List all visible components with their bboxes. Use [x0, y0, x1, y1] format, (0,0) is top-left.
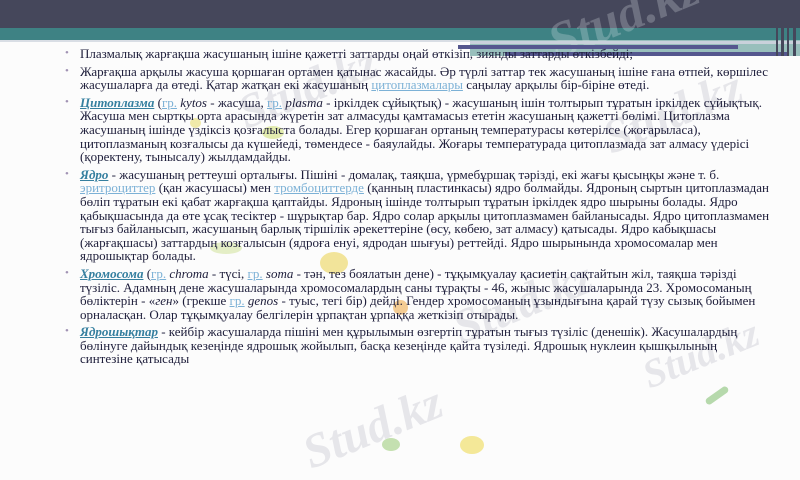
header-vertical-line	[787, 0, 789, 56]
list-item: • Цитоплазма (гр. kytos - жасуша, гр. pl…	[64, 95, 771, 164]
list-item: • Ядро - жасушаның реттеуші орталығы. Пі…	[64, 167, 771, 264]
bullet-text: Хромосома (гр. chroma - түсі, гр. soma -…	[80, 266, 755, 322]
bullet-text: Ядрошықтар - кейбір жасушаларда пішіні м…	[80, 324, 737, 366]
header-dark-bar	[0, 0, 800, 28]
bullet-text: Цитоплазма (гр. kytos - жасуша, гр. plas…	[80, 95, 762, 164]
watermark-logo-mark	[460, 436, 484, 454]
list-item: • Хромосома (гр. chroma - түсі, гр. soma…	[64, 267, 771, 321]
header-vertical-line	[776, 0, 778, 56]
bullet-list: • Плазмалық жарғақша жасушаның ішіне қаж…	[64, 47, 771, 366]
header-underline	[0, 40, 470, 42]
list-item: • Ядрошықтар - кейбір жасушаларда пішіні…	[64, 325, 771, 366]
inline-link[interactable]: цитоплазмалары	[371, 77, 463, 92]
header-vertical-line	[781, 0, 784, 56]
bullet-marker: •	[65, 325, 69, 338]
slide-body: • Плазмалық жарғақша жасушаның ішіне қаж…	[64, 47, 771, 370]
list-item: • Плазмалық жарғақша жасушаның ішіне қаж…	[64, 47, 771, 61]
header-silver-line	[470, 41, 800, 44]
watermark-text: Stud.kz	[295, 375, 451, 480]
bullet-text: Жарғақша арқылы жасуша қоршаған ортамен …	[80, 64, 768, 93]
header-teal-stripe	[0, 28, 800, 40]
bullet-text: Ядро - жасушаның реттеуші орталығы. Піші…	[80, 167, 769, 264]
bullet-marker: •	[65, 47, 69, 59]
bullet-text: Плазмалық жарғақша жасушаның ішіне қажет…	[80, 46, 633, 61]
header-vertical-line	[793, 0, 796, 56]
bullet-marker: •	[65, 266, 69, 279]
text-run: - кейбір жасушаларда пішіні мен құрылымы…	[80, 324, 738, 367]
text-run: Плазмалық жарғақша жасушаның ішіне қажет…	[80, 46, 633, 61]
bullet-marker: •	[65, 64, 69, 77]
text-run: саңылау арқылы бір-біріне өтеді.	[462, 77, 650, 93]
watermark-logo-mark	[704, 385, 730, 406]
list-item: • Жарғақша арқылы жасуша қоршаған ортаме…	[64, 64, 771, 93]
bullet-marker: •	[65, 167, 69, 180]
watermark-logo-mark	[382, 438, 400, 451]
bullet-marker: •	[65, 95, 69, 108]
